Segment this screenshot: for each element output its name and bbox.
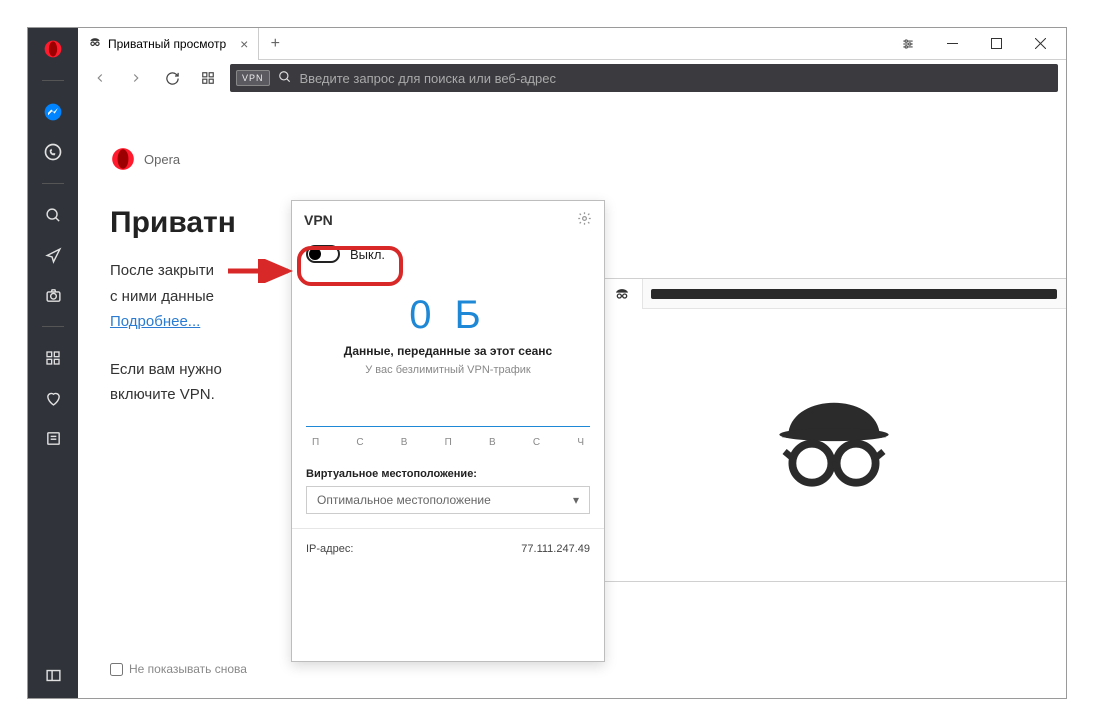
- tab-title: Приватный просмотр: [108, 37, 226, 51]
- address-placeholder: Введите запрос для поиска или веб-адрес: [300, 71, 556, 86]
- tab-close-icon[interactable]: ×: [240, 36, 248, 52]
- camera-icon[interactable]: [39, 284, 67, 306]
- back-button[interactable]: [86, 64, 114, 92]
- illustration-tab: [601, 279, 643, 309]
- tab-private[interactable]: Приватный просмотр ×: [78, 28, 259, 60]
- chevron-down-icon: ▾: [573, 493, 579, 507]
- more-link[interactable]: Подробнее...: [110, 313, 200, 330]
- brand-label: Opera: [144, 152, 180, 167]
- vpn-location-select[interactable]: Оптимальное местоположение ▾: [306, 486, 590, 514]
- vpn-unlimited-label: У вас безлимитный VPN-трафик: [292, 364, 604, 376]
- left-sidebar: [28, 28, 78, 698]
- sidebar-separator: [42, 80, 64, 81]
- news-icon[interactable]: [39, 427, 67, 449]
- panel-toggle-icon[interactable]: [39, 664, 67, 686]
- vpn-data-amount: 0 Б: [292, 293, 604, 338]
- day-label: П: [445, 437, 452, 448]
- day-label: П: [312, 437, 319, 448]
- address-bar[interactable]: VPN Введите запрос для поиска или веб-ад…: [230, 64, 1058, 92]
- vpn-data-label: Данные, переданные за этот сеанс: [292, 344, 604, 358]
- vpn-location-label: Виртуальное местоположение:: [292, 448, 604, 486]
- forward-button[interactable]: [122, 64, 150, 92]
- speeddial-icon[interactable]: [39, 347, 67, 369]
- vpn-chart: П С В П В С Ч: [306, 426, 590, 448]
- sidebar-separator: [42, 326, 64, 327]
- ip-value: 77.111.247.49: [521, 543, 590, 555]
- reload-button[interactable]: [158, 64, 186, 92]
- gear-icon[interactable]: [577, 211, 592, 229]
- vpn-toggle-label: Выкл.: [350, 247, 385, 262]
- new-tab-button[interactable]: +: [259, 35, 291, 53]
- illustration-urlbar: [651, 289, 1057, 299]
- minimize-button[interactable]: [932, 31, 972, 57]
- easy-setup-icon[interactable]: [888, 31, 928, 57]
- whatsapp-icon[interactable]: [39, 141, 67, 163]
- day-label: Ч: [577, 437, 584, 448]
- speeddial-button[interactable]: [194, 64, 222, 92]
- opera-brand: Opera: [110, 146, 1066, 172]
- illustration-body: [601, 309, 1066, 581]
- vpn-toggle[interactable]: [306, 245, 340, 263]
- close-button[interactable]: [1020, 31, 1060, 57]
- dont-show-checkbox[interactable]: Не показывать снова: [110, 662, 247, 676]
- search-icon[interactable]: [39, 204, 67, 226]
- page-content: Opera Приватн После закрыти с ними данны…: [78, 96, 1066, 698]
- messenger-icon[interactable]: [39, 101, 67, 123]
- day-label: В: [401, 437, 408, 448]
- maximize-button[interactable]: [976, 31, 1016, 57]
- vpn-title: VPN: [304, 212, 333, 228]
- browser-window: Приватный просмотр × + VPN Введите запро…: [27, 27, 1067, 699]
- main-area: Приватный просмотр × + VPN Введите запро…: [78, 28, 1066, 698]
- titlebar: Приватный просмотр × +: [78, 28, 1066, 60]
- incognito-icon: [88, 35, 102, 52]
- day-label: С: [533, 437, 540, 448]
- heart-icon[interactable]: [39, 387, 67, 409]
- vpn-popup: VPN Выкл. 0 Б Данные, переданные за этот…: [291, 200, 605, 662]
- send-icon[interactable]: [39, 244, 67, 266]
- illustration-window: [600, 278, 1066, 582]
- sidebar-separator: [42, 183, 64, 184]
- search-icon: [278, 70, 292, 87]
- ip-label: IP-адрес:: [306, 543, 353, 555]
- illustration-tabbar: [601, 279, 1066, 309]
- day-label: В: [489, 437, 496, 448]
- incognito-illustration-icon: [769, 380, 899, 510]
- toolbar: VPN Введите запрос для поиска или веб-ад…: [78, 60, 1066, 96]
- opera-logo-icon[interactable]: [39, 38, 67, 60]
- dont-show-input[interactable]: [110, 663, 123, 676]
- day-label: С: [356, 437, 363, 448]
- vpn-badge[interactable]: VPN: [236, 70, 270, 86]
